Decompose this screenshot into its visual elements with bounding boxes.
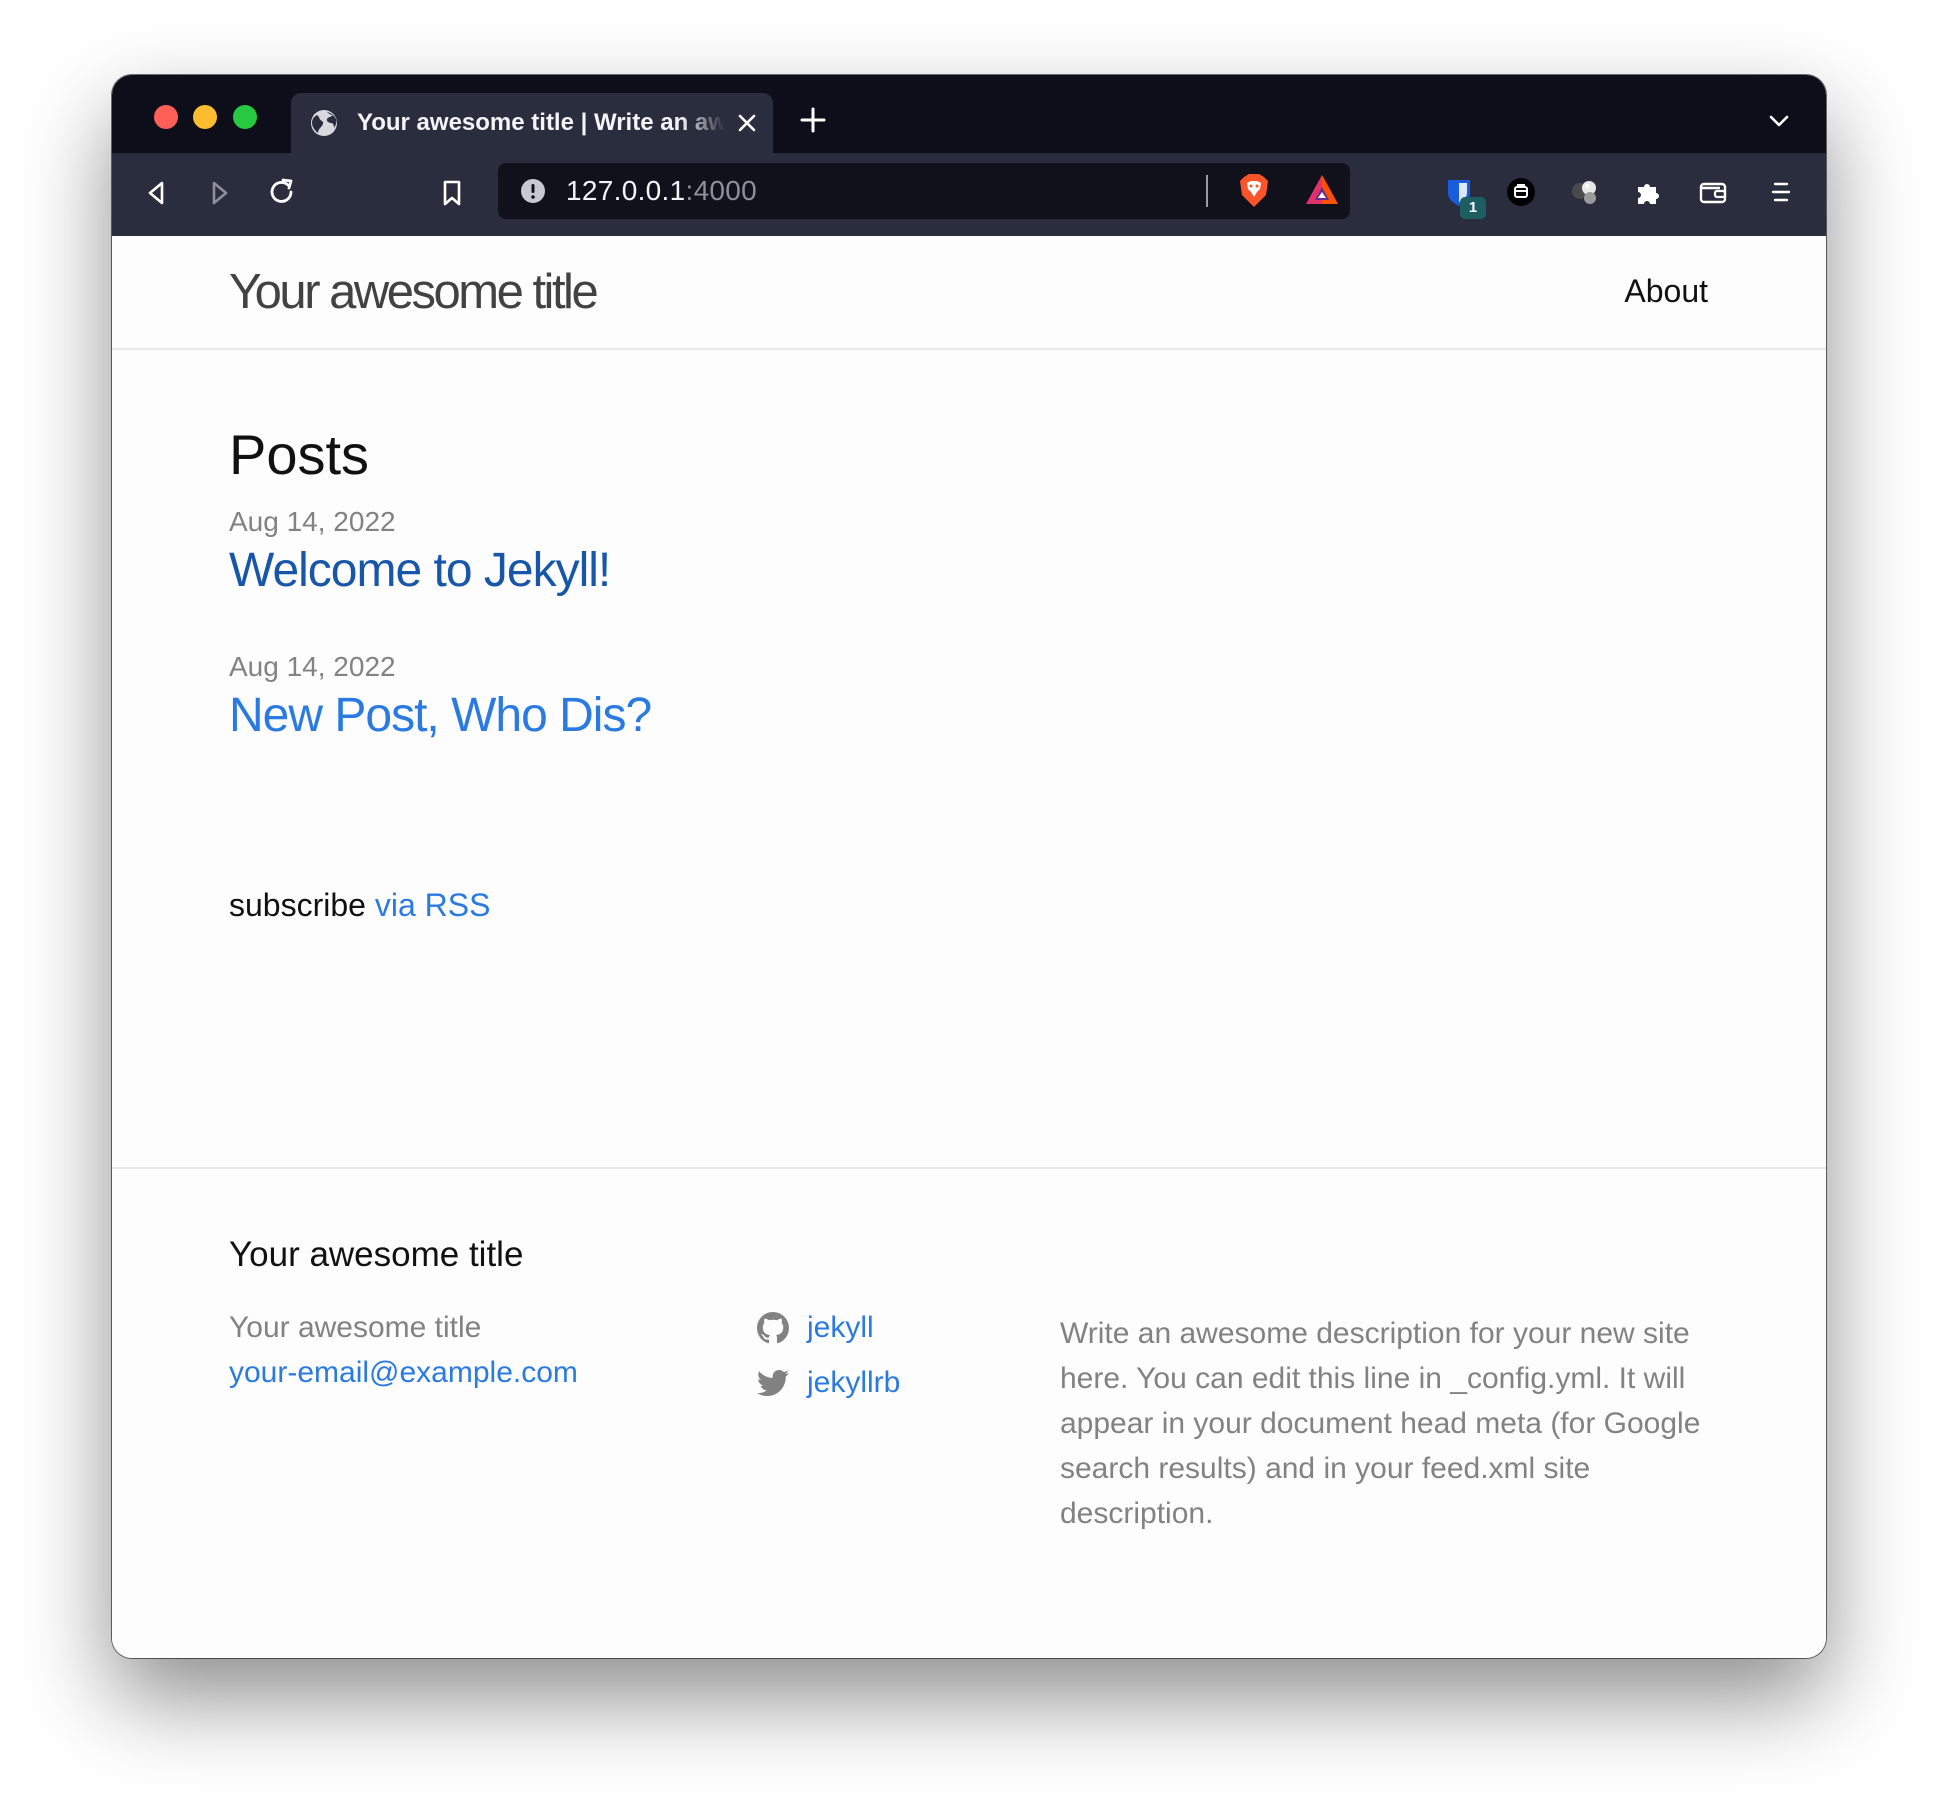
tab-title: Your awesome title | Write an awesome de…	[357, 109, 725, 136]
site-description: Write an awesome description for your ne…	[1060, 1317, 1701, 1530]
puzzle-extensions-icon[interactable]	[1633, 177, 1663, 207]
post-link-welcome[interactable]: Welcome to Jekyll!	[229, 543, 611, 598]
site-footer: Your awesome title Your awesome title yo…	[112, 1167, 1826, 1658]
footer-heading: Your awesome title	[229, 1235, 524, 1274]
url-host: 127.0.0.1	[566, 175, 686, 206]
brave-shields-icon[interactable]	[1238, 173, 1270, 209]
menu-icon[interactable]	[1766, 177, 1796, 207]
github-icon	[757, 1312, 789, 1344]
globe-icon	[311, 110, 337, 136]
post-date: Aug 14, 2022	[229, 506, 396, 537]
chevron-down-icon[interactable]	[1768, 113, 1790, 129]
page-content: Your awesome title About Posts Aug 14, 2…	[112, 236, 1826, 1658]
nav-about-link[interactable]: About	[1624, 273, 1708, 310]
zoom-window-button[interactable]	[233, 105, 257, 129]
divider	[1206, 175, 1208, 207]
browser-toolbar: 127.0.0.1:4000 1	[112, 153, 1826, 314]
post-link-new-post[interactable]: New Post, Who Dis?	[229, 688, 652, 743]
spheres-extension-icon[interactable]	[1570, 177, 1600, 207]
site-info-icon[interactable]	[520, 178, 546, 204]
site-header: Your awesome title About	[112, 236, 1826, 350]
close-tab-icon[interactable]	[735, 111, 759, 135]
clipboard-extension-icon[interactable]	[1506, 177, 1536, 207]
github-link[interactable]: jekyll	[807, 1311, 874, 1345]
post-date: Aug 14, 2022	[229, 651, 396, 682]
url-port: :4000	[685, 175, 758, 206]
footer-email-link[interactable]: your-email@example.com	[229, 1356, 578, 1390]
bookmark-icon[interactable]	[437, 178, 467, 208]
forward-icon[interactable]	[204, 178, 234, 208]
twitter-icon	[757, 1369, 789, 1396]
brave-rewards-icon[interactable]	[1304, 173, 1340, 207]
close-window-button[interactable]	[154, 105, 178, 129]
subscribe-text: subscribe via RSS	[229, 887, 490, 924]
twitter-link[interactable]: jekyllrb	[807, 1366, 900, 1400]
footer-site-name: Your awesome title	[229, 1311, 482, 1344]
site-title-link[interactable]: Your awesome title	[229, 264, 599, 320]
posts-heading: Posts	[229, 423, 370, 486]
minimize-window-button[interactable]	[193, 105, 217, 129]
new-tab-icon[interactable]	[798, 105, 828, 135]
active-tab[interactable]: Your awesome title | Write an awesome de…	[291, 93, 773, 153]
tab-strip: Your awesome title | Write an awesome de…	[112, 75, 1826, 153]
url-text[interactable]: 127.0.0.1:4000	[566, 175, 757, 207]
wallet-icon[interactable]	[1698, 177, 1728, 207]
extension-badge: 1	[1460, 197, 1486, 219]
address-bar[interactable]: 127.0.0.1:4000	[498, 163, 1350, 219]
back-icon[interactable]	[142, 178, 172, 208]
reload-icon[interactable]	[267, 177, 297, 207]
browser-window: Your awesome title | Write an awesome de…	[112, 75, 1826, 1658]
subscribe-label: subscribe	[229, 887, 375, 923]
github-social-item: jekyll	[757, 1311, 874, 1345]
rss-link[interactable]: via RSS	[375, 887, 491, 923]
twitter-social-item: jekyllrb	[757, 1366, 900, 1400]
